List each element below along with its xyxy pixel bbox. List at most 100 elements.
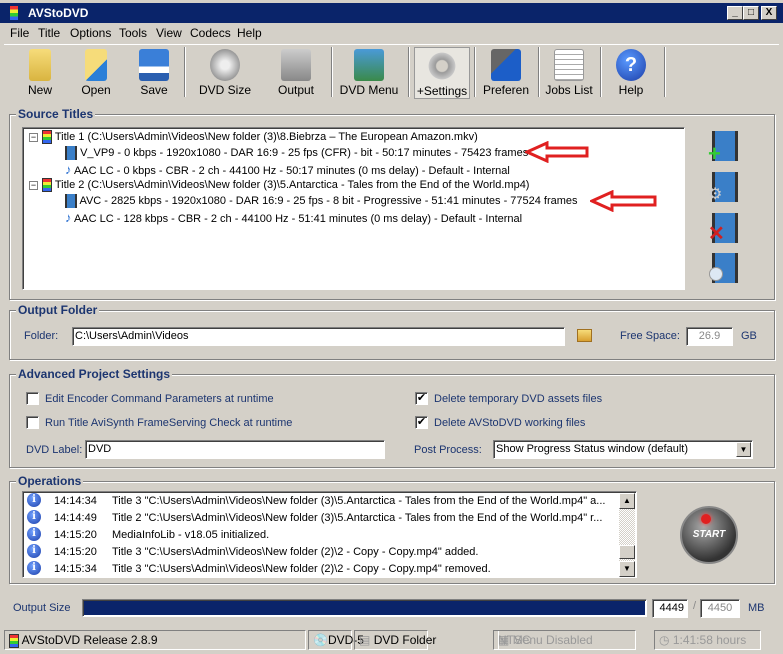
browse-folder-icon[interactable] (577, 329, 592, 342)
gear-icon (427, 50, 457, 82)
toolbar-separator (600, 47, 602, 97)
preview-title-button[interactable] (709, 253, 738, 283)
output-size-value: 4449 (652, 599, 688, 618)
magnifier-icon (709, 267, 723, 281)
duration-status: 1:41:58 hours (672, 633, 747, 647)
free-space-label: Free Space: (620, 330, 680, 342)
video-stream-label: AVC - 2825 kbps - 1920x1080 - DAR 16:9 -… (79, 194, 578, 207)
help-button[interactable]: ? Help (606, 47, 656, 99)
menu-icon: ▦ (498, 633, 510, 647)
app-icon (9, 633, 19, 648)
status-duration: ◷ 1:41:58 hours (654, 630, 761, 650)
info-icon: i (27, 510, 41, 524)
clock-icon: ◷ (659, 633, 670, 647)
menu-file[interactable]: File (10, 26, 29, 40)
output-button[interactable]: Output (266, 47, 326, 99)
status-menu[interactable]: ▦ Menu Disabled (493, 630, 636, 650)
add-title-button[interactable]: + (708, 131, 738, 166)
advanced-settings-heading: Advanced Project Settings (16, 367, 173, 381)
jobs-list-button[interactable]: Jobs List (544, 47, 594, 99)
log-time: 14:14:49 (54, 512, 97, 524)
delete-temp-checkbox[interactable]: ✔ (415, 392, 428, 405)
scroll-thumb[interactable] (619, 545, 635, 559)
log-time: 14:15:20 (54, 546, 97, 558)
source-titles-heading: Source Titles (16, 107, 96, 121)
run-check-checkbox[interactable] (26, 416, 39, 429)
output-size-label: Output Size (13, 602, 71, 614)
settings-button[interactable]: +Settings (414, 47, 470, 99)
close-button[interactable]: X (761, 6, 777, 20)
menu-options[interactable]: Options (70, 26, 111, 40)
operations-log[interactable]: i 14:14:34 Title 3 "C:\Users\Admin\Videos\… (22, 491, 637, 578)
preferences-button[interactable]: Preferen (480, 47, 532, 99)
toolbar-separator (664, 47, 666, 97)
menu-tools[interactable]: Tools (119, 26, 147, 40)
drive-icon: ▤ (359, 633, 371, 647)
collapse-icon[interactable]: − (29, 132, 38, 142)
edit-encoder-checkbox[interactable] (26, 392, 39, 405)
delete-x-icon: ✕ (708, 223, 725, 245)
menu-title[interactable]: Title (38, 26, 60, 40)
scroll-up-button[interactable]: ▲ (619, 493, 635, 509)
toolbar-separator (474, 47, 476, 97)
free-space-unit: GB (741, 330, 757, 342)
info-icon: i (27, 493, 41, 507)
log-message: Title 2 "C:\Users\Admin\Videos\New folde… (112, 512, 603, 524)
dvd-size-button[interactable]: DVD Size (192, 47, 258, 99)
tree-title-2[interactable]: − Title 2 (C:\Users\Admin\Videos\New fol… (29, 178, 529, 192)
maximize-button[interactable]: □ (743, 6, 759, 20)
title-2-label: Title 2 (C:\Users\Admin\Videos\New folde… (54, 178, 530, 191)
video-stream-label: V_VP9 - 0 kbps - 1920x1080 - DAR 16:9 - … (80, 146, 529, 159)
title-bar: AVStoDVD _ □ X (0, 3, 783, 23)
delete-working-checkbox[interactable]: ✔ (415, 416, 428, 429)
title-1-label: Title 1 (C:\Users\Admin\Videos\New folde… (54, 130, 478, 143)
toolbar-separator (408, 47, 410, 97)
menu-view[interactable]: View (156, 26, 182, 40)
status-output[interactable]: ▤ DVD Folder (354, 630, 436, 650)
toolbar: New Open Save DVD Size Output DVD Menu +… (4, 44, 779, 100)
delete-temp-label: Delete temporary DVD assets files (434, 393, 603, 405)
jobs-list-label: Jobs List (545, 83, 593, 97)
info-icon: i (27, 561, 41, 575)
log-message: Title 3 "C:\Users\Admin\Videos\New folde… (112, 563, 491, 575)
open-button[interactable]: Open (74, 47, 118, 99)
menu-codecs[interactable]: Codecs (190, 26, 231, 40)
title-icon (42, 130, 52, 144)
output-size-fill (84, 601, 645, 615)
menu-help[interactable]: Help (237, 26, 262, 40)
output-status: DVD Folder (373, 633, 437, 647)
save-button[interactable]: Save (132, 47, 176, 99)
tree-title-1-audio[interactable]: ♪ AAC LC - 0 kbps - CBR - 2 ch - 44100 H… (65, 162, 510, 177)
scroll-down-button[interactable]: ▼ (619, 561, 635, 577)
tree-title-2-video[interactable]: AVC - 2825 kbps - 1920x1080 - DAR 16:9 -… (65, 194, 578, 208)
audio-stream-label: AAC LC - 128 kbps - CBR - 2 ch - 44100 H… (73, 213, 523, 225)
status-release: AVStoDVD Release 2.8.9 (4, 630, 306, 650)
tree-title-1[interactable]: − Title 1 (C:\Users\Admin\Videos\New fol… (29, 130, 478, 144)
edit-encoder-label: Edit Encoder Command Parameters at runti… (45, 393, 274, 405)
title-settings-button[interactable]: ⚙ (708, 172, 738, 203)
menu-status: Menu Disabled (512, 633, 593, 647)
dvd-menu-button[interactable]: DVD Menu (336, 47, 402, 99)
dvd-label-label: DVD Label: (26, 444, 83, 456)
app-icon (10, 6, 18, 20)
tree-title-2-audio[interactable]: ♪ AAC LC - 128 kbps - CBR - 2 ch - 44100… (65, 210, 522, 225)
list-icon (554, 49, 584, 81)
minimize-button[interactable]: _ (727, 6, 743, 20)
gear-icon: ⚙ (708, 186, 723, 203)
collapse-icon[interactable]: − (29, 180, 38, 190)
status-dvd-size[interactable]: 💿DVD-5 (308, 630, 364, 650)
log-time: 14:15:34 (54, 563, 97, 575)
tree-title-1-video[interactable]: V_VP9 - 0 kbps - 1920x1080 - DAR 16:9 - … (65, 146, 528, 160)
log-scrollbar[interactable]: ▲ ▼ (619, 493, 635, 577)
log-message: Title 3 "C:\Users\Admin\Videos\New folde… (112, 495, 606, 507)
music-note-icon: ♪ (65, 210, 72, 225)
folder-input[interactable]: C:\Users\Admin\Videos (72, 327, 565, 346)
post-process-select[interactable]: Show Progress Status window (default) ▼ (493, 440, 753, 459)
record-light-icon (701, 514, 711, 524)
new-button[interactable]: New (18, 47, 62, 99)
dvd-icon: 💿 (313, 633, 328, 647)
chevron-down-icon[interactable]: ▼ (736, 442, 751, 457)
log-time: 14:14:34 (54, 495, 97, 507)
dvd-label-input[interactable]: DVD (85, 440, 385, 459)
remove-title-button[interactable]: ✕ (708, 213, 738, 245)
